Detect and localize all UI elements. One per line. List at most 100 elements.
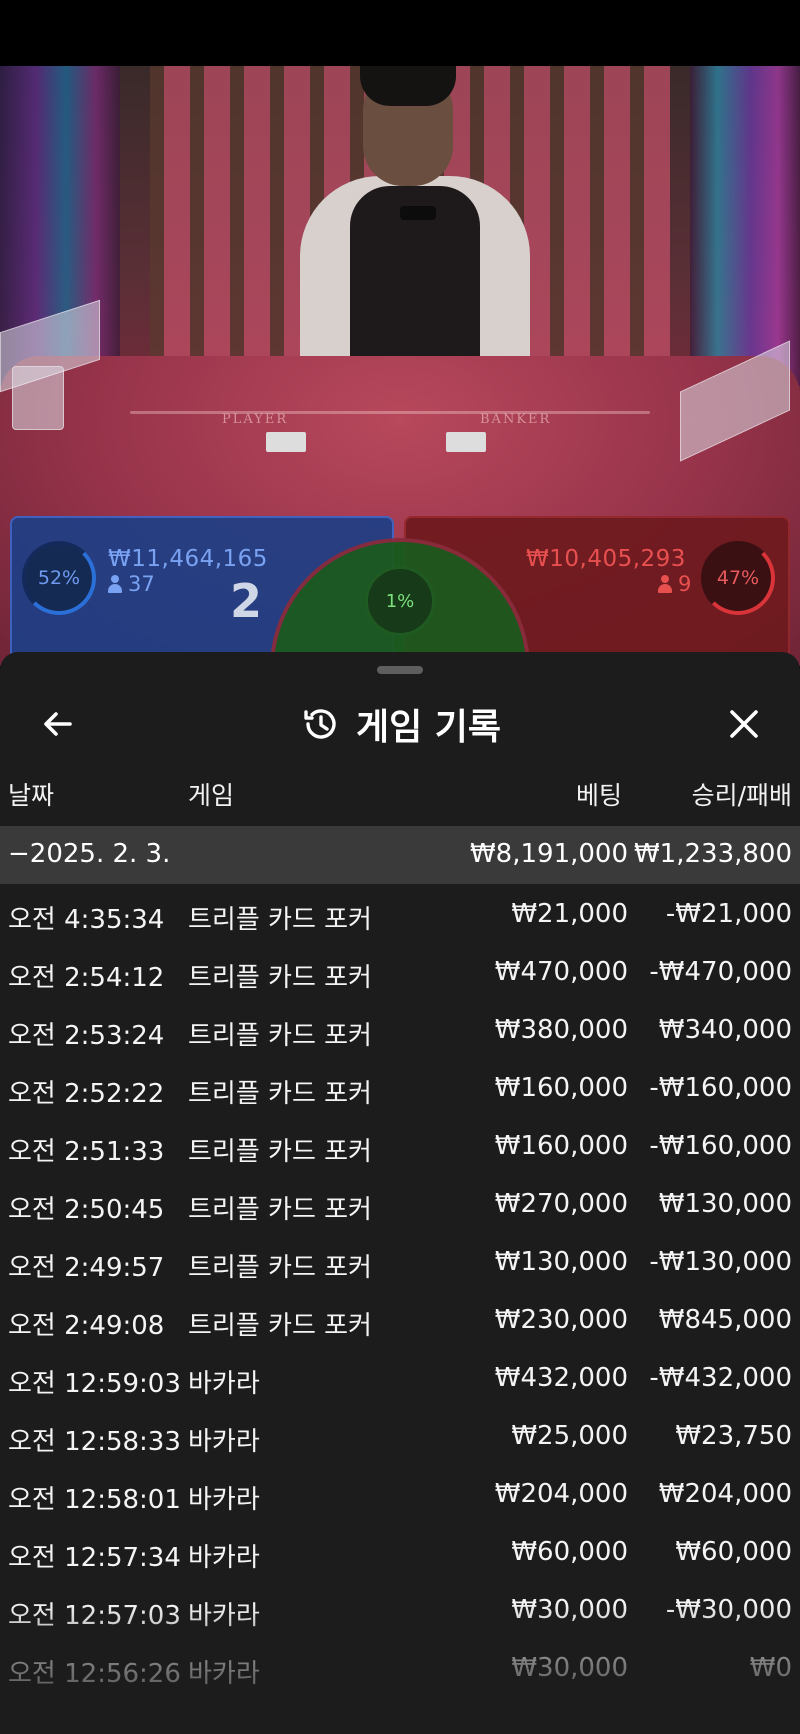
arrow-left-icon [44,712,72,736]
history-time: 오전 12:58:01 [8,1485,181,1515]
history-bet-amount: ₩270,000 [494,1189,628,1219]
history-game-name: 바카라 [188,1601,260,1631]
history-game-name: 트리플 카드 포커 [188,1253,372,1283]
person-icon [108,575,122,593]
history-bet-amount: ₩160,000 [494,1131,628,1161]
sheet-header: 게임 기록 [0,690,800,760]
history-game-name: 트리플 카드 포커 [188,1137,372,1167]
history-game-name: 바카라 [188,1543,260,1573]
led-panel-right [690,66,800,386]
player-score: 2 [230,574,263,628]
history-result-amount: -₩160,000 [649,1073,792,1103]
history-bet-amount: ₩432,000 [494,1363,628,1393]
banker-total-bet: ₩10,405,293 [526,546,686,572]
date-group-result-total: ₩1,233,800 [633,839,792,869]
history-bet-amount: ₩30,000 [511,1653,628,1683]
history-time: 오전 2:52:22 [8,1079,165,1109]
history-clock-icon [304,709,336,739]
sheet-title-group: 게임 기록 [300,698,501,750]
close-icon [730,710,758,738]
history-time: 오전 2:51:33 [8,1137,165,1167]
history-time: 오전 12:57:03 [8,1601,181,1631]
history-bet-amount: ₩60,000 [511,1537,628,1567]
history-row[interactable]: 오전 12:59:03 바카라 ₩432,000 -₩432,000 [0,1348,800,1406]
history-bet-amount: ₩380,000 [494,1015,628,1045]
history-result-amount: -₩130,000 [649,1247,792,1277]
column-header-game[interactable]: 게임 [188,776,234,816]
banker-bettor-count: 9 [658,572,691,596]
history-result-amount: -₩21,000 [665,899,792,929]
column-header-result[interactable]: 승리/패배 [692,776,792,816]
table-line [130,411,650,414]
history-game-name: 트리플 카드 포커 [188,1195,372,1225]
history-result-amount: ₩130,000 [658,1189,792,1219]
history-time: 오전 4:35:34 [8,905,165,935]
history-bet-amount: ₩160,000 [494,1073,628,1103]
sheet-drag-handle[interactable] [377,666,423,674]
history-bet-amount: ₩21,000 [511,899,628,929]
close-button[interactable] [720,700,768,748]
history-bet-amount: ₩204,000 [494,1479,628,1509]
banker-bettor-count-value: 9 [678,572,692,596]
history-result-amount: ₩23,750 [675,1421,792,1451]
history-list: 오전 4:35:34 트리플 카드 포커 ₩21,000 -₩21,000 오전 2:5… [0,884,800,1696]
history-result-amount: ₩0 [749,1653,792,1683]
history-game-name: 바카라 [188,1369,260,1399]
history-time: 오전 12:57:34 [8,1543,181,1573]
history-game-name: 바카라 [188,1427,260,1457]
status-area [0,0,800,66]
date-group-header[interactable]: −2025. 2. 3. ₩8,191,000 ₩1,233,800 [0,826,800,884]
dealt-card [446,432,486,452]
history-row[interactable]: 오전 2:53:24 트리플 카드 포커 ₩380,000 ₩340,000 [0,1000,800,1058]
history-time: 오전 2:49:08 [8,1311,165,1341]
history-result-amount: -₩470,000 [649,957,792,987]
history-row[interactable]: 오전 2:49:57 트리플 카드 포커 ₩130,000 -₩130,000 [0,1232,800,1290]
history-result-amount: ₩340,000 [658,1015,792,1045]
history-game-name: 트리플 카드 포커 [188,1079,372,1109]
history-game-name: 바카라 [188,1485,260,1515]
game-history-sheet: 게임 기록 날짜 게임 베팅 승리/패배 −2025. 2. 3. ₩8,191… [0,652,800,1734]
history-time: 오전 12:58:33 [8,1427,181,1457]
history-game-name: 트리플 카드 포커 [188,1311,372,1341]
history-row[interactable]: 오전 12:57:03 바카라 ₩30,000 -₩30,000 [0,1580,800,1638]
history-game-name: 트리플 카드 포커 [188,905,372,935]
dealer-bowtie [400,206,436,220]
column-header-bet[interactable]: 베팅 [576,776,622,816]
history-time: 오전 12:59:03 [8,1369,181,1399]
history-result-amount: ₩60,000 [675,1537,792,1567]
history-row[interactable]: 오전 2:51:33 트리플 카드 포커 ₩160,000 -₩160,000 [0,1116,800,1174]
player-bettor-count: 37 [108,572,155,596]
history-row[interactable]: 오전 12:58:33 바카라 ₩25,000 ₩23,750 [0,1406,800,1464]
history-time: 오전 12:56:26 [8,1659,181,1689]
history-row[interactable]: 오전 2:49:08 트리플 카드 포커 ₩230,000 ₩845,000 [0,1290,800,1348]
column-header-date[interactable]: 날짜 [8,776,54,816]
history-time: 오전 2:53:24 [8,1021,165,1051]
history-row[interactable]: 오전 2:52:22 트리플 카드 포커 ₩160,000 -₩160,000 [0,1058,800,1116]
person-icon [658,575,672,593]
history-row[interactable]: 오전 12:56:26 바카라 ₩30,000 ₩0 [0,1638,800,1696]
history-result-amount: -₩432,000 [649,1363,792,1393]
history-bet-amount: ₩470,000 [494,957,628,987]
sheet-title: 게임 기록 [356,707,502,748]
tie-percent-ring: 1% [365,566,435,636]
history-time: 오전 2:49:57 [8,1253,165,1283]
back-button[interactable] [34,700,82,748]
history-row[interactable]: 오전 2:50:45 트리플 카드 포커 ₩270,000 ₩130,000 [0,1174,800,1232]
table-label-player: PLAYER [222,412,289,427]
history-result-amount: ₩845,000 [658,1305,792,1335]
history-row[interactable]: 오전 12:57:34 바카라 ₩60,000 ₩60,000 [0,1522,800,1580]
history-time: 오전 2:54:12 [8,963,165,993]
banker-percent-ring: 47% [701,541,775,615]
history-game-name: 바카라 [188,1659,260,1689]
history-result-amount: ₩204,000 [658,1479,792,1509]
history-row[interactable]: 오전 12:58:01 바카라 ₩204,000 ₩204,000 [0,1464,800,1522]
history-time: 오전 2:50:45 [8,1195,165,1225]
history-row[interactable]: 오전 2:54:12 트리플 카드 포커 ₩470,000 -₩470,000 [0,942,800,1000]
history-bet-amount: ₩230,000 [494,1305,628,1335]
player-bettor-count-value: 37 [128,572,155,596]
history-row[interactable]: 오전 4:35:34 트리플 카드 포커 ₩21,000 -₩21,000 [0,884,800,942]
player-total-bet: ₩11,464,165 [108,546,268,572]
dealt-card [266,432,306,452]
dealer-hair [360,66,456,106]
history-result-amount: -₩160,000 [649,1131,792,1161]
